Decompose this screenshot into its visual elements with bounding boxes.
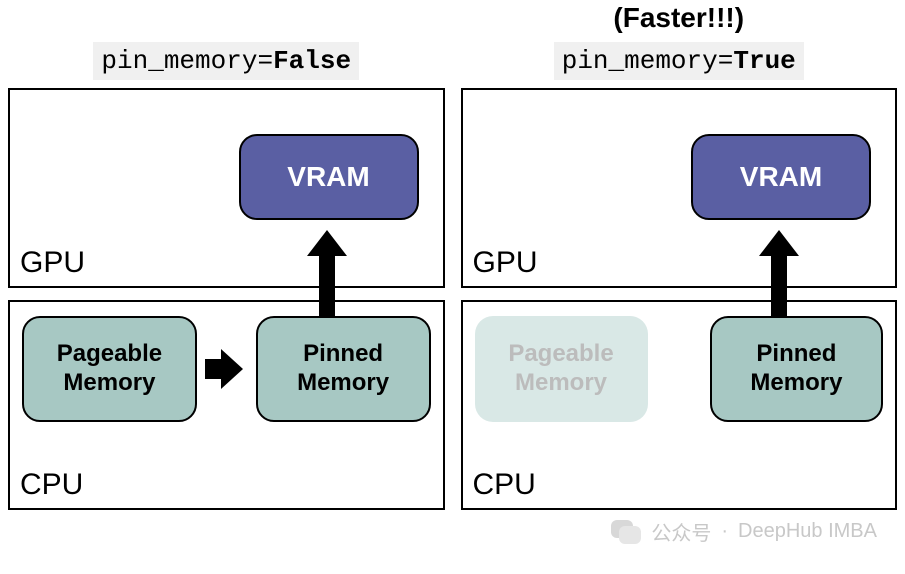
watermark: 公众号 · DeepHub IMBA [611,516,877,546]
code-prefix: pin_memory= [101,46,273,76]
cpu-box-left: Pageable Memory Pinned Memory CPU [8,300,445,510]
pageable-memory-right-faded: Pageable Memory [475,316,648,422]
watermark-brand: DeepHub IMBA [738,520,877,543]
pinned-memory-left: Pinned Memory [256,316,431,422]
gpu-label-left: GPU [20,246,85,280]
column-pin-memory-true: (Faster!!!) pin_memory=True VRAM GPU Pag… [461,4,898,570]
arrow-pageable-to-pinned [207,369,246,370]
vram-block-right: VRAM [691,134,871,220]
faster-label: (Faster!!!) [461,4,898,42]
gpu-box-right: VRAM GPU [461,88,898,288]
vram-block-left: VRAM [239,134,419,220]
code-value: True [733,46,795,76]
code-value: False [273,46,351,76]
gpu-label-right: GPU [473,246,538,280]
column-pin-memory-false: pin_memory=False VRAM GPU Pageable Memor… [8,4,445,570]
code-prefix: pin_memory= [562,46,734,76]
gpu-box-left: VRAM GPU [8,88,445,288]
spacer [8,4,445,42]
code-label-false: pin_memory=False [93,42,359,80]
cpu-label-left: CPU [20,468,83,502]
pageable-memory-left: Pageable Memory [22,316,197,422]
mem-row-right: Pageable Memory Pinned Memory [475,316,884,422]
watermark-label: 公众号 [651,517,711,546]
cpu-label-right: CPU [473,468,536,502]
cpu-box-right: Pageable Memory Pinned Memory CPU [461,300,898,510]
wechat-icon [611,516,641,546]
mem-row-left: Pageable Memory Pinned Memory [22,316,431,422]
diagram-container: pin_memory=False VRAM GPU Pageable Memor… [0,0,905,574]
pinned-memory-right: Pinned Memory [710,316,883,422]
code-label-true: pin_memory=True [554,42,804,80]
separator-dot: · [721,520,728,543]
